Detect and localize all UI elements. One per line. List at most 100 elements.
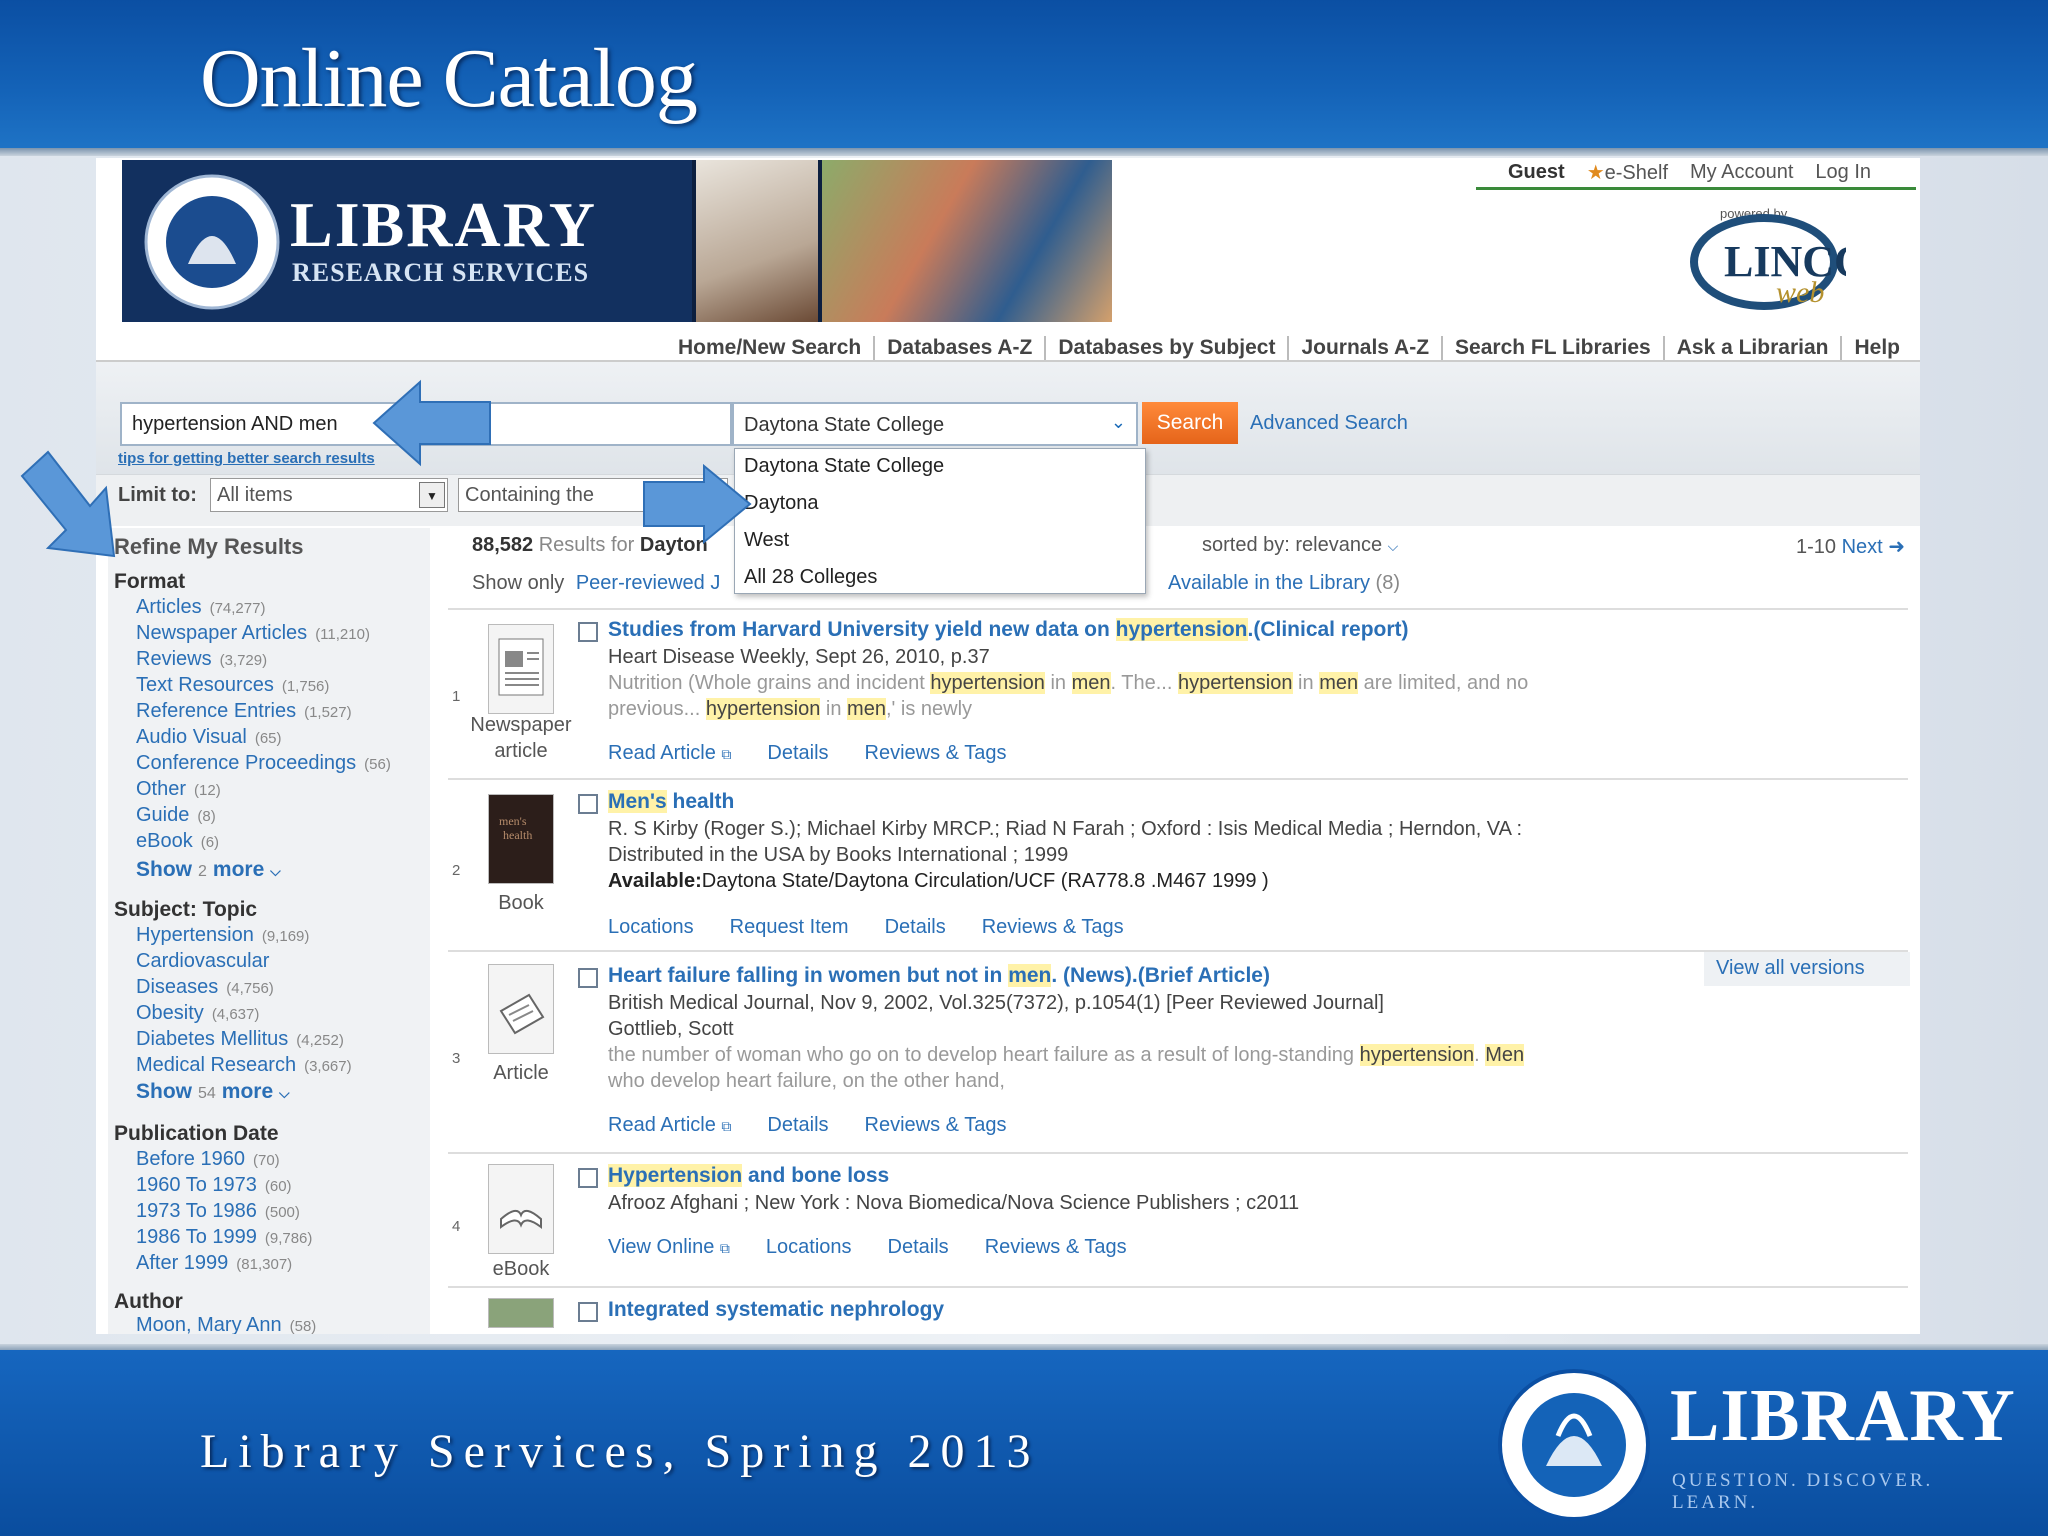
facet-label: Articles <box>136 596 202 618</box>
nav-ask-a-librarian[interactable]: Ask a Librarian <box>1665 336 1843 360</box>
facet-subject-item[interactable]: Diseases (4,756) <box>136 976 274 999</box>
facet-label: Text Resources <box>136 674 274 696</box>
facet-format-item[interactable]: Audio Visual (65) <box>136 726 282 749</box>
facet-date-item[interactable]: 1960 To 1973 (60) <box>136 1174 292 1197</box>
facet-format-item[interactable]: Articles (74,277) <box>136 596 265 619</box>
svg-text:web: web <box>1776 276 1824 309</box>
result-title-link[interactable]: Studies from Harvard University yield ne… <box>608 618 1409 642</box>
facet-format-item[interactable]: Reviews (3,729) <box>136 648 267 671</box>
facet-label: Newspaper Articles <box>136 622 308 644</box>
locations-link[interactable]: Locations <box>608 916 694 939</box>
next-page-link[interactable]: Next ➜ <box>1842 536 1905 558</box>
nav-help[interactable]: Help <box>1842 336 1902 360</box>
view-all-versions-link[interactable]: View all versions <box>1704 952 1910 986</box>
facet-date-item[interactable]: After 1999 (81,307) <box>136 1252 292 1275</box>
limit-select[interactable]: All items ▼ <box>210 478 448 512</box>
facet-label: 1986 To 1999 <box>136 1226 257 1248</box>
facet-label: eBook <box>136 830 193 852</box>
result-checkbox[interactable] <box>578 1302 598 1322</box>
snippet-text: ,' is newly <box>885 698 973 720</box>
reviews-tags-link[interactable]: Reviews & Tags <box>865 742 1007 765</box>
result-author: Gottlieb, Scott <box>608 1018 734 1040</box>
locations-link[interactable]: Locations <box>766 1236 852 1259</box>
facet-subject-item[interactable]: Cardiovascular <box>136 950 277 973</box>
login-link[interactable]: Log In <box>1815 161 1871 184</box>
read-article-link[interactable]: Read Article ⧉ <box>608 1114 731 1137</box>
details-link[interactable]: Details <box>888 1236 949 1259</box>
footer-library-logo: LIBRARY QUESTION. DISCOVER. LEARN. <box>1494 1366 2024 1524</box>
facet-format-item[interactable]: Guide (8) <box>136 804 216 827</box>
search-tips-link[interactable]: tips for getting better search results <box>118 450 375 467</box>
result-title-link[interactable]: Men's health <box>608 790 734 814</box>
reviews-tags-link[interactable]: Reviews & Tags <box>865 1114 1007 1137</box>
college-seal-icon <box>1498 1369 1650 1521</box>
facet-subject-item[interactable]: Obesity (4,637) <box>136 1002 259 1025</box>
facet-subject-item[interactable]: Hypertension (9,169) <box>136 924 309 947</box>
next-label: Next <box>1841 536 1883 558</box>
facet-count: (70) <box>252 1152 280 1169</box>
facet-subject-item[interactable]: Diabetes Mellitus (4,252) <box>136 1028 344 1051</box>
my-account-link[interactable]: My Account <box>1690 161 1793 184</box>
scope-select[interactable]: Daytona State College ⌄ <box>732 402 1138 446</box>
result-checkbox[interactable] <box>578 968 598 988</box>
facet-format-item[interactable]: Reference Entries (1,527) <box>136 700 352 723</box>
nav-databases-az[interactable]: Databases A-Z <box>875 336 1047 360</box>
sort-control[interactable]: sorted by: relevance ⌵ <box>1202 534 1398 557</box>
result-title-link[interactable]: Hypertension and bone loss <box>608 1164 889 1188</box>
facet-author-item[interactable]: Moon, Mary Ann (58) <box>136 1314 316 1334</box>
facet-count: (6) <box>200 834 220 851</box>
facet-subject-item[interactable]: Medical Research (3,667) <box>136 1054 352 1077</box>
facet-count: (1,756) <box>281 678 330 695</box>
snippet-highlight: hypertension <box>1177 672 1293 694</box>
facet-count: (3,729) <box>219 652 268 669</box>
title-text: and bone loss <box>742 1164 890 1187</box>
format-show-more[interactable]: Show 2 more ⌵ <box>136 858 281 882</box>
facet-format-item[interactable]: Text Resources (1,756) <box>136 674 329 697</box>
details-link[interactable]: Details <box>767 1114 828 1137</box>
request-item-link[interactable]: Request Item <box>730 916 849 939</box>
result-title-link[interactable]: Integrated systematic nephrology <box>608 1298 944 1322</box>
result-title-link[interactable]: Heart failure falling in women but not i… <box>608 964 1270 988</box>
advanced-search-link[interactable]: Advanced Search <box>1250 412 1408 435</box>
facet-format-item[interactable]: Newspaper Articles (11,210) <box>136 622 370 645</box>
scope-option[interactable]: All 28 Colleges <box>735 560 1145 597</box>
facet-format-item[interactable]: Conference Proceedings (56) <box>136 752 391 775</box>
chevron-down-icon: ⌵ <box>1387 538 1399 554</box>
sorted-by-label: sorted by: <box>1202 534 1290 556</box>
title-text: .(Clinical report) <box>1247 618 1409 641</box>
read-article-link[interactable]: Read Article ⧉ <box>608 742 731 765</box>
peer-reviewed-filter[interactable]: Peer-reviewed J <box>576 572 721 594</box>
facet-count: (65) <box>254 730 282 747</box>
nav-journals-az[interactable]: Journals A-Z <box>1289 336 1444 360</box>
guest-label: Guest <box>1508 161 1565 183</box>
result-citation: Afrooz Afghani ; New York : Nova Biomedi… <box>608 1192 1300 1214</box>
reviews-tags-link[interactable]: Reviews & Tags <box>982 916 1124 939</box>
details-link[interactable]: Details <box>767 742 828 765</box>
scope-option[interactable]: Daytona <box>735 486 1145 523</box>
facet-date-item[interactable]: Before 1960 (70) <box>136 1148 280 1171</box>
scope-option[interactable]: Daytona State College <box>735 449 1145 486</box>
facet-format-item[interactable]: Other (12) <box>136 778 221 801</box>
nav-databases-by-subject[interactable]: Databases by Subject <box>1046 336 1290 360</box>
search-button[interactable]: Search <box>1142 402 1238 444</box>
newspaper-thumbnail-icon <box>488 624 554 714</box>
banner-photo-student <box>696 160 818 322</box>
details-link[interactable]: Details <box>885 916 946 939</box>
nav-home-new-search[interactable]: Home/New Search <box>666 336 876 360</box>
reviews-tags-link[interactable]: Reviews & Tags <box>985 1236 1127 1259</box>
eshelf-link[interactable]: ★e-Shelf <box>1587 160 1668 185</box>
result-type: Book <box>498 892 544 914</box>
facet-date-item[interactable]: 1973 To 1986 (500) <box>136 1200 300 1223</box>
result-checkbox[interactable] <box>578 794 598 814</box>
facet-date-item[interactable]: 1986 To 1999 (9,786) <box>136 1226 312 1249</box>
scope-option[interactable]: West <box>735 523 1145 560</box>
nav-search-fl-libraries[interactable]: Search FL Libraries <box>1443 336 1665 360</box>
facet-format-item[interactable]: eBook (6) <box>136 830 219 853</box>
result-checkbox[interactable] <box>578 622 598 642</box>
subject-show-more[interactable]: Show 54 more ⌵ <box>136 1080 290 1104</box>
result-checkbox[interactable] <box>578 1168 598 1188</box>
available-in-library-filter[interactable]: Available in the Library (8) <box>1168 572 1400 595</box>
view-online-link[interactable]: View Online ⧉ <box>608 1236 730 1259</box>
result-snippet: Nutrition (Whole grains and incident hyp… <box>608 672 1528 695</box>
result-actions: Read Article ⧉ Details Reviews & Tags <box>608 1114 1006 1137</box>
